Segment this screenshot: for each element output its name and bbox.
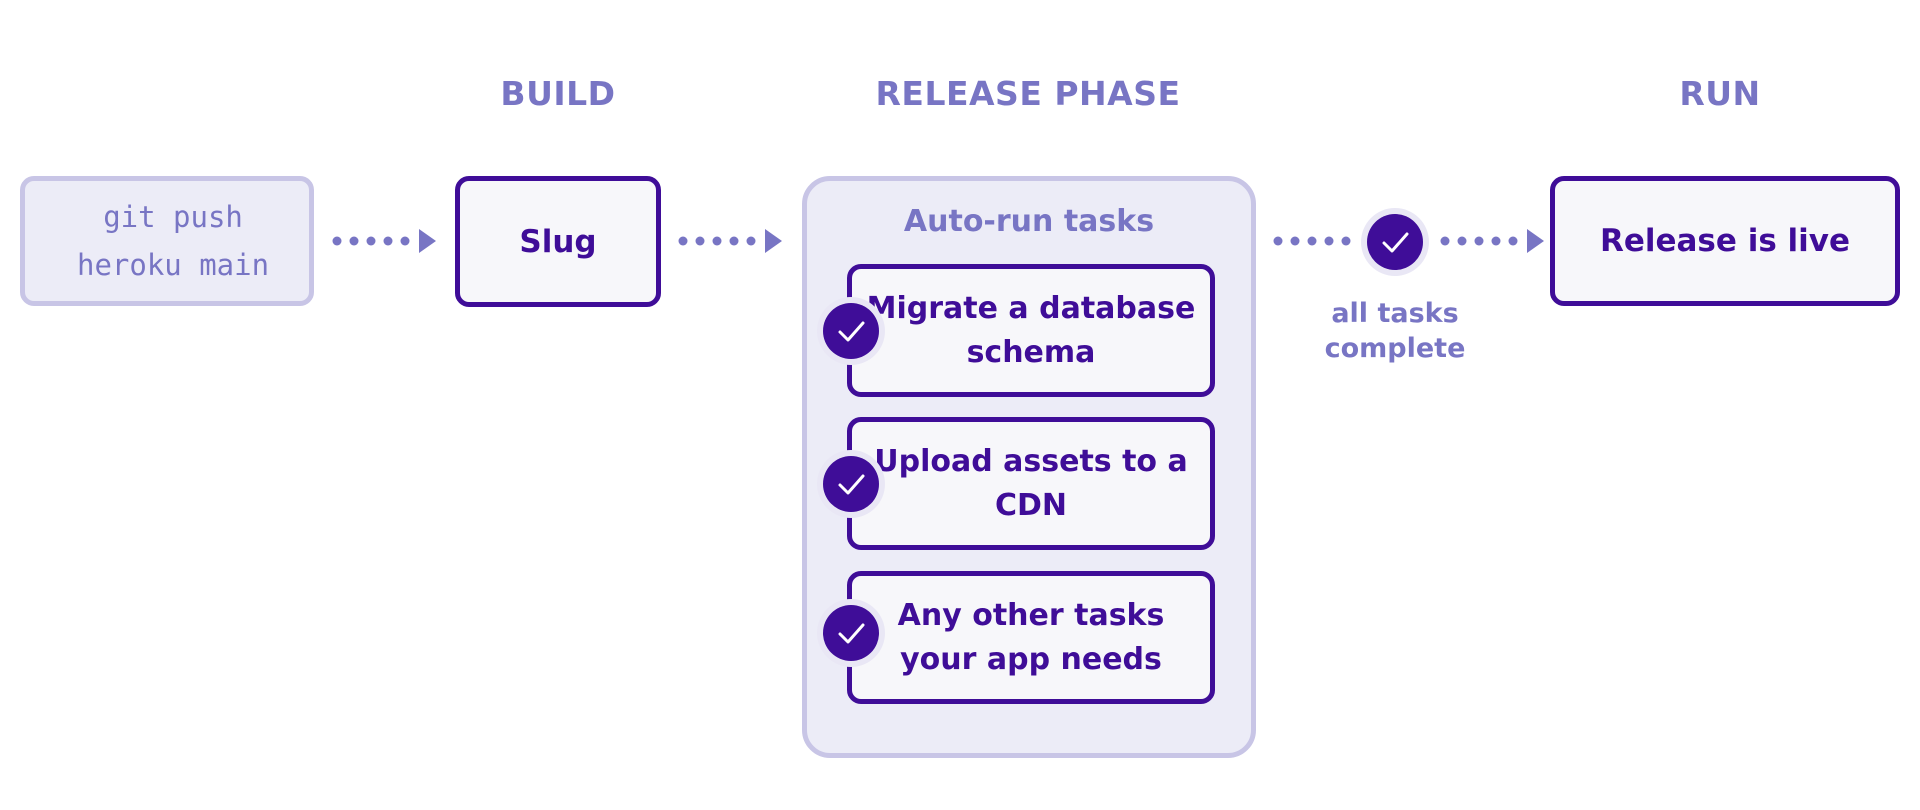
release-live-box: Release is live [1550,176,1900,306]
task-item: Upload assets to a CDN [847,417,1215,550]
phase-title-run: RUN [1679,74,1761,113]
git-command-line-2: heroku main [77,248,270,282]
slug-box: Slug [455,176,661,307]
check-circle-icon [823,456,879,512]
check-circle-icon [823,605,879,661]
git-command: git push heroku main [25,193,269,289]
phase-title-build: BUILD [500,74,616,113]
dotted-arrow-icon [678,229,782,253]
phase-title-release: RELEASE PHASE [875,74,1181,113]
dotted-connector-icon [1273,236,1351,246]
dotted-arrow-icon [1440,229,1544,253]
task-label: Migrate a database schema [866,290,1196,370]
task-item: Any other tasks your app needs [847,571,1215,704]
release-phase-container: Auto-run tasks Migrate a database schema… [802,176,1256,758]
caption-line-2: complete [1324,333,1466,364]
auto-run-tasks-title: Auto-run tasks [903,204,1155,239]
dotted-arrow-icon [332,229,436,253]
git-push-box: git push heroku main [20,176,314,306]
release-live-label: Release is live [1599,223,1851,259]
caption-line-1: all tasks [1331,298,1459,329]
task-label: Upload assets to a CDN [874,443,1188,523]
all-tasks-complete-caption: all tasks complete [1325,296,1466,366]
git-command-line-1: git push [103,200,243,234]
slug-label: Slug [519,223,597,260]
task-item: Migrate a database schema [847,264,1215,397]
check-circle-icon [823,303,879,359]
all-tasks-complete-check-icon [1367,214,1423,270]
task-label: Any other tasks your app needs [897,597,1165,677]
